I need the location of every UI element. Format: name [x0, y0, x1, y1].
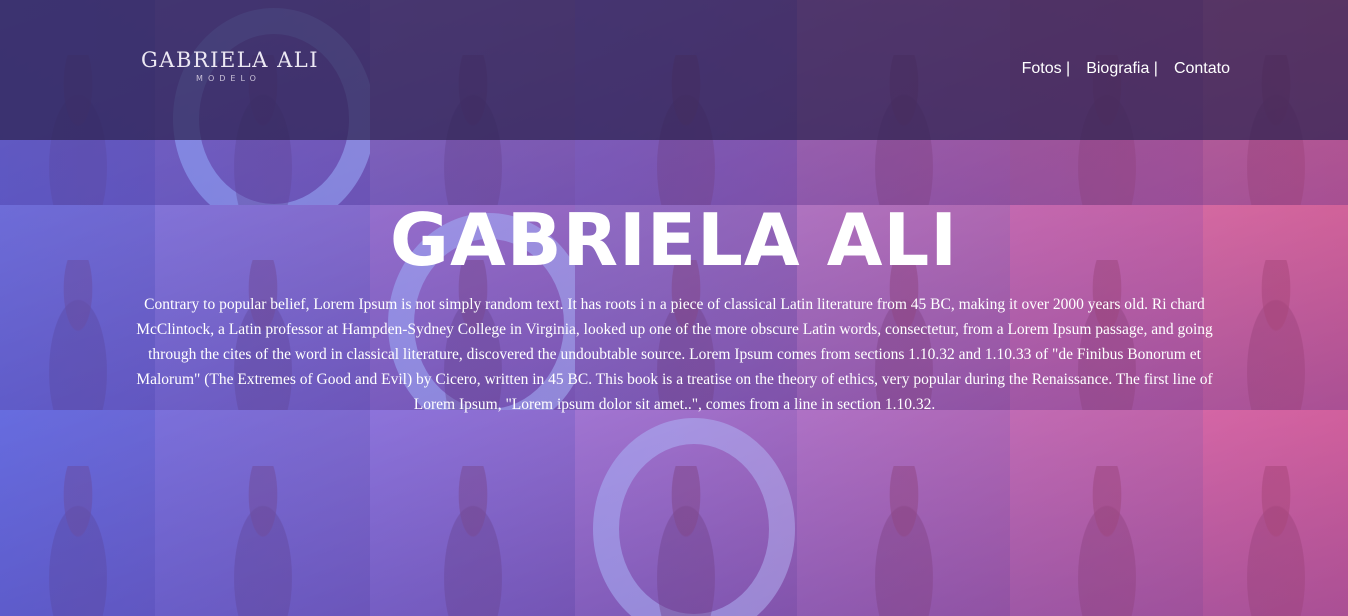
brand-tagline: MODELO — [196, 74, 261, 83]
hero-description: Contrary to popular belief, Lorem Ipsum … — [136, 296, 1213, 413]
nav-item-fotos[interactable]: Fotos | — [1022, 60, 1071, 78]
hero-title: GABRIELA ALI — [389, 198, 959, 282]
brand-logo[interactable]: GABRIELA ALI MODELO — [141, 48, 320, 83]
brand-name: GABRIELA ALI — [141, 48, 320, 72]
top-header: GABRIELA ALI MODELO Fotos | Biografia | … — [0, 0, 1348, 140]
nav-item-biografia[interactable]: Biografia | — [1086, 60, 1158, 78]
main-nav: Fotos | Biografia | Contato — [1022, 60, 1230, 78]
nav-item-contato[interactable]: Contato — [1174, 60, 1230, 78]
